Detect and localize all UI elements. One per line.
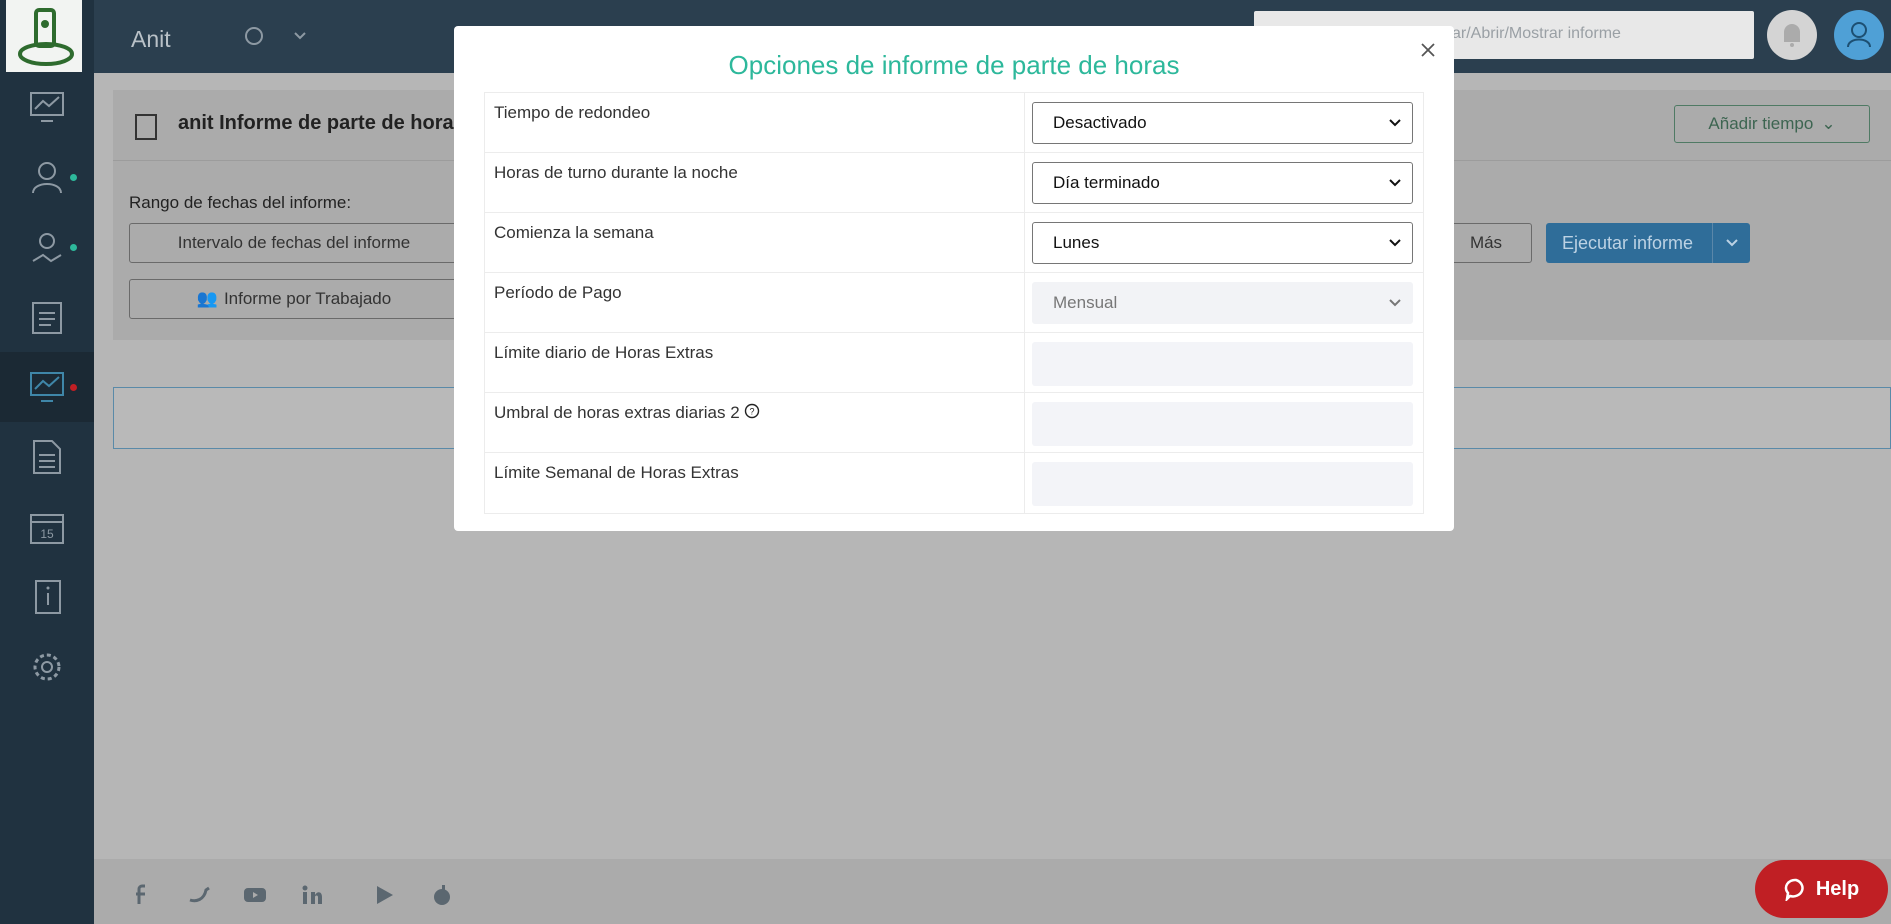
rounding-value: Desactivado [1053, 113, 1147, 132]
option-label-text: Umbral de horas extras diarias 2 [494, 403, 740, 422]
apple-icon[interactable] [429, 882, 455, 908]
sidebar-item-calendar[interactable]: 15 [0, 492, 94, 562]
date-interval-button[interactable]: Intervalo de fechas del informe [129, 223, 459, 263]
week-start-value: Lunes [1053, 233, 1100, 252]
sidebar-item-locations[interactable] [0, 212, 94, 282]
option-row-rounding: Tiempo de redondeo Desactivado [484, 92, 1424, 153]
night-shift-value: Día terminado [1053, 173, 1160, 192]
report-by-worker-button[interactable]: 👥 Informe por Trabajado [129, 279, 459, 319]
rounding-select[interactable]: Desactivado [1032, 102, 1413, 144]
option-row-daily-overtime-2: Umbral de horas extras diarias 2 ? [484, 392, 1424, 453]
daily-overtime-2-input[interactable] [1032, 402, 1413, 446]
add-time-label: Añadir tiempo [1708, 114, 1814, 133]
chevron-down-icon: ⌄ [1821, 114, 1836, 133]
date-interval-label: Intervalo de fechas del informe [177, 233, 411, 252]
users-icon: 👥 [196, 289, 218, 308]
add-time-button[interactable]: Añadir tiempo ⌄ [1674, 105, 1870, 143]
chevron-down-icon [1389, 119, 1401, 127]
night-shift-select[interactable]: Día terminado [1032, 162, 1413, 204]
option-label: Período de Pago [494, 283, 622, 302]
user-icon [32, 162, 62, 194]
chevron-down-icon [1389, 239, 1401, 247]
timesheet-options-modal: Opciones de informe de parte de horas Ti… [454, 26, 1454, 531]
calendar-icon: 15 [30, 514, 64, 544]
week-start-select[interactable]: Lunes [1032, 222, 1413, 264]
search-placeholder: ar/Abrir/Mostrar informe [1452, 25, 1621, 42]
date-range-label: Rango de fechas del informe: [129, 193, 352, 212]
app-name: Anit [131, 26, 171, 52]
status-dot [70, 174, 77, 181]
user-menu-button[interactable] [1834, 10, 1884, 60]
help-label: Help [1815, 877, 1860, 900]
sidebar-item-settings[interactable] [0, 632, 94, 702]
report-title: anit Informe de parte de hora [178, 112, 454, 134]
gear-icon [33, 653, 61, 681]
user-icon [1847, 22, 1871, 48]
app-logo[interactable] [6, 0, 82, 72]
info-book-icon [35, 580, 61, 614]
clipboard-icon [32, 302, 62, 334]
currency-icon[interactable] [244, 26, 264, 51]
sidebar-item-workers[interactable] [0, 142, 94, 212]
chevron-down-icon [1389, 299, 1401, 307]
map-pin-icon [32, 233, 62, 263]
modal-title: Opciones de informe de parte de horas [728, 50, 1180, 80]
option-label: Comienza la semana [494, 223, 654, 242]
sidebar-item-reports[interactable] [0, 352, 94, 422]
option-row-pay-period: Período de Pago Mensual [484, 272, 1424, 333]
twitter-icon[interactable] [186, 882, 212, 908]
option-label: Límite Semanal de Horas Extras [494, 463, 739, 482]
daily-overtime-input[interactable] [1032, 342, 1413, 386]
close-icon [1421, 43, 1435, 57]
facebook-icon[interactable] [129, 882, 155, 908]
svg-text:?: ? [750, 407, 755, 417]
footer [94, 859, 1891, 924]
run-report-label: Ejecutar informe [1562, 232, 1694, 253]
option-row-night-shift: Horas de turno durante la noche Día term… [484, 152, 1424, 213]
notifications-button[interactable] [1767, 10, 1817, 60]
option-row-weekly-overtime: Límite Semanal de Horas Extras [484, 452, 1424, 513]
google-play-icon[interactable] [372, 882, 398, 908]
svg-text:15: 15 [40, 527, 54, 541]
run-report-dropdown[interactable] [1712, 223, 1751, 263]
close-button[interactable] [1416, 38, 1440, 62]
sidebar-item-info[interactable] [0, 562, 94, 632]
chevron-down-icon [1389, 179, 1401, 187]
clipboard-icon [134, 111, 158, 146]
help-button[interactable]: Help [1755, 860, 1888, 918]
youtube-icon[interactable] [242, 882, 268, 908]
sidebar-item-dashboard[interactable] [0, 72, 94, 142]
sidebar-item-documents[interactable] [0, 422, 94, 492]
document-icon [33, 440, 61, 474]
option-label: Umbral de horas extras diarias 2 ? [494, 403, 760, 423]
pay-period-value: Mensual [1053, 293, 1118, 312]
location-pin-logo-icon [18, 8, 74, 66]
pay-period-select[interactable]: Mensual [1032, 282, 1413, 324]
report-chart-icon [30, 372, 64, 402]
option-label: Tiempo de redondeo [494, 103, 651, 122]
sidebar: 15 [0, 0, 94, 924]
chevron-down-icon [1726, 239, 1738, 247]
bell-icon [1784, 24, 1800, 47]
option-row-week-start: Comienza la semana Lunes [484, 212, 1424, 273]
help-circle-icon[interactable]: ? [744, 403, 760, 419]
more-label: Más [1469, 233, 1503, 252]
status-dot [70, 384, 77, 391]
status-dot [70, 244, 77, 251]
chat-bubble-icon [1784, 878, 1804, 901]
chevron-down-icon[interactable] [293, 28, 307, 46]
report-by-worker-label: Informe por Trabajado [223, 289, 392, 308]
option-row-daily-overtime: Límite diario de Horas Extras [484, 332, 1424, 393]
monitor-chart-icon [30, 92, 64, 122]
option-label: Horas de turno durante la noche [494, 163, 738, 182]
option-label: Límite diario de Horas Extras [494, 343, 714, 362]
linkedin-icon[interactable] [299, 882, 325, 908]
sidebar-item-timesheets[interactable] [0, 282, 94, 352]
weekly-overtime-input[interactable] [1032, 462, 1413, 506]
